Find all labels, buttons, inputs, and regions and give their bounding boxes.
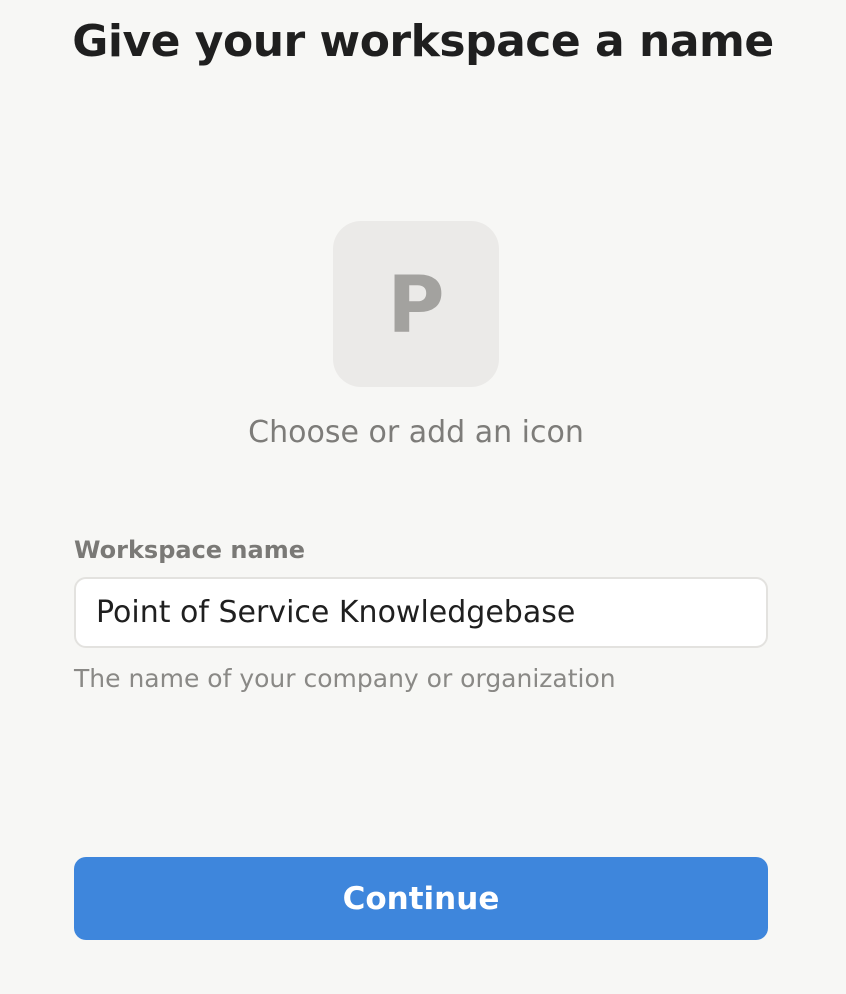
- continue-button[interactable]: Continue: [74, 857, 768, 940]
- choose-icon-link[interactable]: Choose or add an icon: [0, 412, 832, 454]
- workspace-name-label: Workspace name: [74, 536, 305, 564]
- workspace-name-input[interactable]: [74, 577, 768, 648]
- workspace-icon-letter: P: [387, 261, 445, 351]
- workspace-name-help-text: The name of your company or organization: [74, 664, 616, 693]
- page-title: Give your workspace a name: [72, 16, 774, 67]
- workspace-icon-picker[interactable]: P: [333, 221, 499, 387]
